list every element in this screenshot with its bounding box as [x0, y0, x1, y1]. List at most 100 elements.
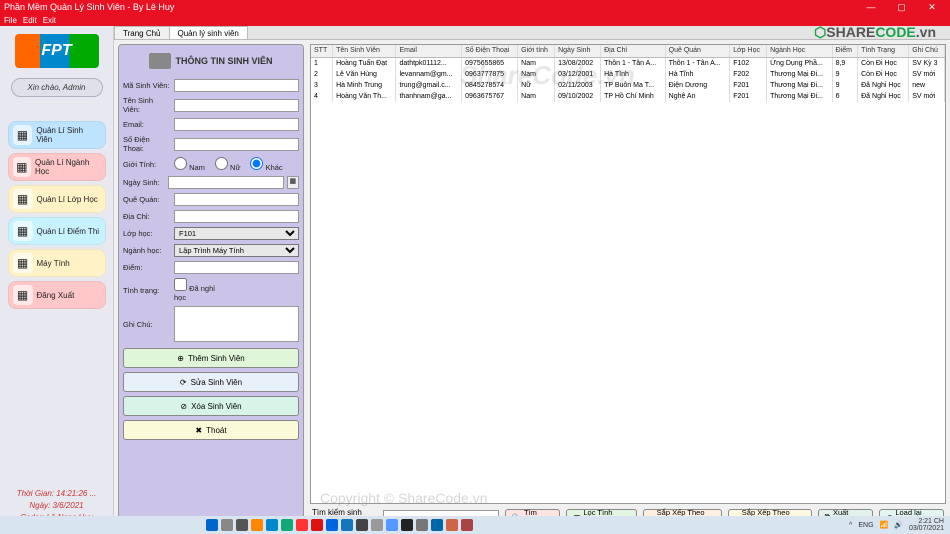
app-icon[interactable]	[296, 519, 308, 531]
nav-0[interactable]: ▦Quản Lí Sinh Viên	[8, 121, 106, 149]
major-select[interactable]: Lập Trình Máy Tính	[174, 244, 299, 257]
tray-lang[interactable]: ENG	[858, 522, 873, 529]
col-header[interactable]: Số Điện Thoại	[462, 45, 518, 57]
nav-3[interactable]: ▦Quản Lí Điểm Thi	[8, 217, 106, 245]
address-input[interactable]	[174, 210, 299, 223]
nav-2[interactable]: ▦Quản Lí Lớp Học	[8, 185, 106, 213]
steam-icon[interactable]	[401, 519, 413, 531]
hometown-input[interactable]	[174, 193, 299, 206]
student-name-input[interactable]	[174, 99, 299, 112]
col-header[interactable]: Điểm	[832, 45, 858, 57]
col-header[interactable]: Ghi Chú	[909, 45, 945, 57]
app4-icon[interactable]	[386, 519, 398, 531]
radio-nu[interactable]	[215, 157, 228, 170]
sharecode-logo: ⬡SHARECODE.vn	[814, 24, 936, 41]
app-body: FPT Xin chào, Admin ▦Quản Lí Sinh Viên▦Q…	[0, 26, 950, 534]
refresh-icon: ⟳	[180, 378, 187, 387]
col-header[interactable]: Email	[396, 45, 462, 57]
folder-icon[interactable]	[251, 519, 263, 531]
menu-edit[interactable]: Edit	[23, 16, 37, 25]
window-controls: — ▢ ✕	[857, 2, 946, 13]
table-row[interactable]: 3Hà Minh Trungtrung@gmail.c...0845278574…	[311, 80, 945, 91]
exit-button[interactable]: ✖Thoát	[123, 420, 299, 440]
nav-1[interactable]: ▦Quản Lí Ngành Học	[8, 153, 106, 181]
content: THÔNG TIN SINH VIÊN Mã Sinh Viên: Tên Si…	[114, 40, 950, 534]
student-id-input[interactable]	[174, 79, 299, 92]
phone-input[interactable]	[174, 138, 299, 151]
status-checkbox[interactable]	[174, 278, 187, 291]
col-header[interactable]: Tình Trạng	[858, 45, 909, 57]
nav-5[interactable]: ▦Đăng Xuất	[8, 281, 106, 309]
table-panel: STTTên Sinh ViênEmailSố Điện ThoạiGiới t…	[310, 44, 946, 530]
chrome-icon[interactable]	[281, 519, 293, 531]
nav-icon: ▦	[13, 157, 32, 177]
form-title: THÔNG TIN SINH VIÊN	[123, 49, 299, 77]
col-header[interactable]: Tên Sinh Viên	[333, 45, 396, 57]
radio-khac[interactable]	[250, 157, 263, 170]
globe-icon: ⬡	[814, 24, 826, 40]
dob-input[interactable]	[168, 176, 284, 189]
tray-volume-icon[interactable]: 🔊	[894, 521, 903, 529]
edge-icon[interactable]	[266, 519, 278, 531]
col-header[interactable]: Lớp Học	[730, 45, 767, 57]
col-header[interactable]: Ngày Sinh	[555, 45, 601, 57]
app3-icon[interactable]	[371, 519, 383, 531]
student-grid[interactable]: STTTên Sinh ViênEmailSố Điện ThoạiGiới t…	[310, 44, 946, 504]
nav-icon: ▦	[13, 221, 33, 241]
app2-icon[interactable]	[356, 519, 368, 531]
table-row[interactable]: 1Hoàng Tuấn Đạtdathtpk01112...0975655865…	[311, 57, 945, 69]
close-button[interactable]: ✕	[918, 2, 946, 13]
youtube-icon[interactable]	[311, 519, 323, 531]
note-textarea[interactable]	[174, 306, 299, 342]
radio-nam[interactable]	[174, 157, 187, 170]
taskview-icon[interactable]	[236, 519, 248, 531]
minimize-button[interactable]: —	[857, 2, 885, 12]
nav-icon: ▦	[13, 253, 33, 273]
search-task-icon[interactable]	[221, 519, 233, 531]
java-icon[interactable]	[446, 519, 458, 531]
maximize-button[interactable]: ▢	[887, 2, 915, 13]
tray-date: 03/07/2021	[909, 525, 944, 532]
messenger-icon[interactable]	[326, 519, 338, 531]
nav-icon: ▦	[13, 189, 33, 209]
menubar: File Edit Exit	[0, 14, 950, 26]
fpt-logo: FPT	[15, 34, 99, 68]
table-row[interactable]: 2Lê Văn Hùnglevannam@gm...0963777875Nam0…	[311, 69, 945, 80]
footer-date: Ngày: 3/6/2021	[17, 500, 97, 512]
close-icon: ✖	[195, 426, 202, 435]
facebook-icon[interactable]	[341, 519, 353, 531]
add-button[interactable]: ⊕Thêm Sinh Viên	[123, 348, 299, 368]
calendar-icon[interactable]: ▦	[287, 176, 299, 189]
plus-icon: ⊕	[177, 354, 184, 363]
taskbar-apps	[206, 519, 473, 531]
greeting: Xin chào, Admin	[11, 78, 103, 97]
score-input[interactable]	[174, 261, 299, 274]
edit-button[interactable]: ⟳Sửa Sinh Viên	[123, 372, 299, 392]
email-input[interactable]	[174, 118, 299, 131]
menu-file[interactable]: File	[4, 16, 17, 25]
gender-radios: Nam Nữ Khác	[174, 157, 283, 172]
tray-chevron-icon[interactable]: ^	[849, 522, 852, 529]
app5-icon[interactable]	[416, 519, 428, 531]
menu-exit[interactable]: Exit	[43, 16, 56, 25]
col-header[interactable]: Địa Chỉ	[601, 45, 666, 57]
java2-icon[interactable]	[461, 519, 473, 531]
col-header[interactable]: Ngành Học	[767, 45, 832, 57]
tab-home[interactable]: Trang Chủ	[114, 26, 170, 39]
sidebar: FPT Xin chào, Admin ▦Quản Lí Sinh Viên ▦Q…	[0, 26, 114, 534]
col-header[interactable]: Giới tính	[518, 45, 555, 57]
col-header[interactable]: STT	[311, 45, 333, 57]
student-form: THÔNG TIN SINH VIÊN Mã Sinh Viên: Tên Si…	[118, 44, 304, 530]
col-header[interactable]: Quê Quán	[665, 45, 730, 57]
taskbar: ^ ENG 📶 🔊 2:21 CH 03/07/2021	[0, 516, 950, 534]
tab-students[interactable]: Quản lý sinh viên	[169, 26, 248, 39]
app6-icon[interactable]	[431, 519, 443, 531]
delete-button[interactable]: ⊘Xóa Sinh Viên	[123, 396, 299, 416]
system-tray: ^ ENG 📶 🔊 2:21 CH 03/07/2021	[849, 518, 944, 532]
tray-wifi-icon[interactable]: 📶	[880, 521, 889, 529]
class-select[interactable]: F101	[174, 227, 299, 240]
table-row[interactable]: 4Hoàng Văn Th...thanhnam@ga...0963675767…	[311, 91, 945, 102]
nav-4[interactable]: ▦Máy Tính	[8, 249, 106, 277]
id-card-icon	[149, 53, 171, 69]
windows-icon[interactable]	[206, 519, 218, 531]
